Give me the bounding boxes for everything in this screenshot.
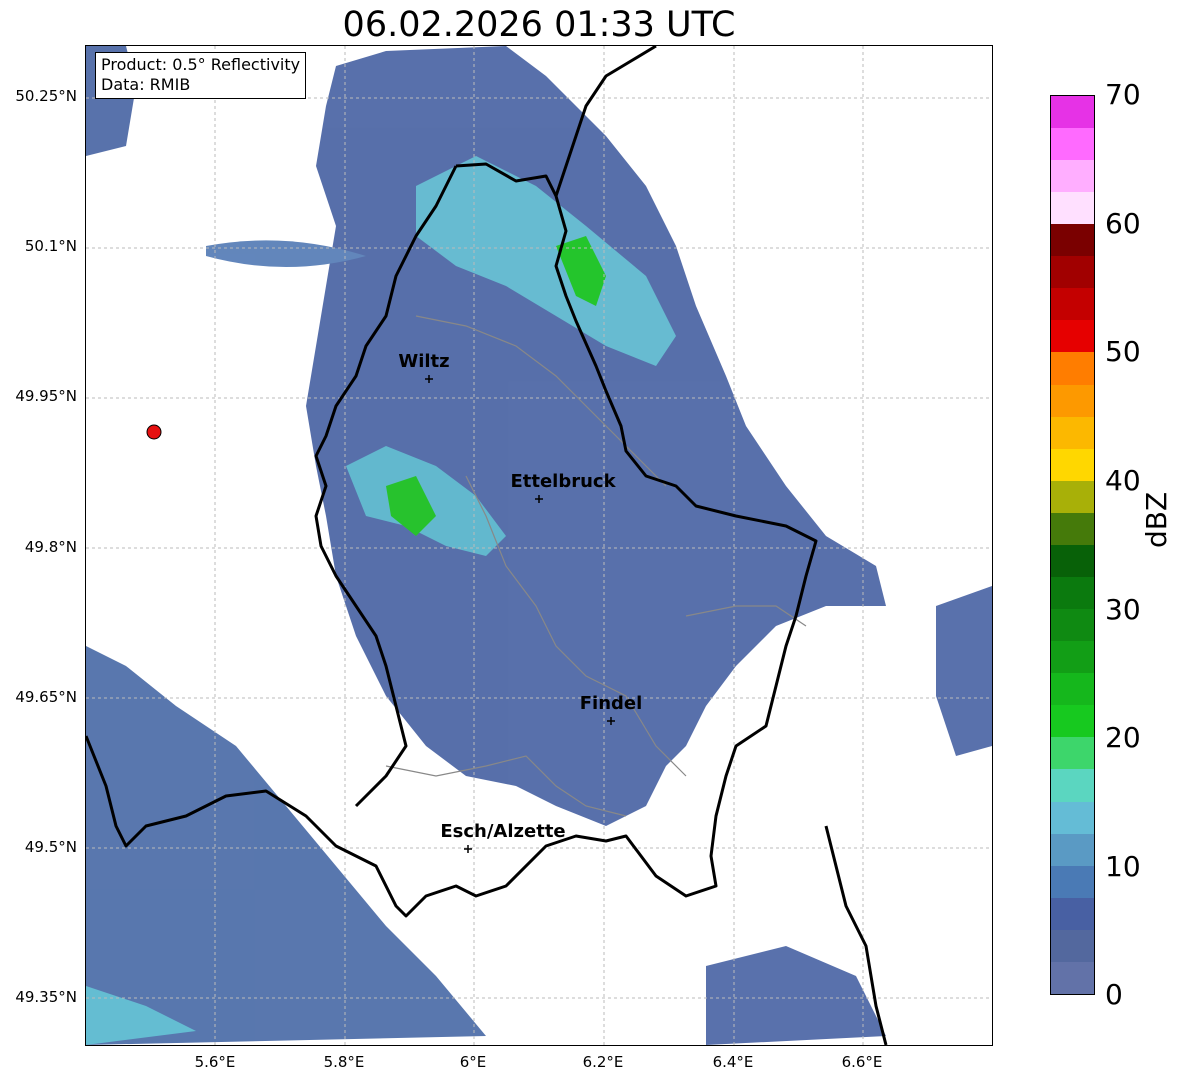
city-label-wiltz: Wiltz xyxy=(398,351,450,372)
colorbar-segment xyxy=(1051,897,1094,930)
lat-label: 50.25°N xyxy=(15,87,77,105)
colorbar-tick: 60 xyxy=(1105,207,1141,240)
colorbar-tick: 40 xyxy=(1105,464,1141,497)
lat-label: 50.1°N xyxy=(24,237,77,255)
lat-label: 49.8°N xyxy=(24,538,77,556)
lon-label: 5.6°E xyxy=(194,1053,236,1071)
colorbar xyxy=(1050,95,1095,995)
colorbar-segment xyxy=(1051,705,1094,738)
lon-label: 6.6°E xyxy=(841,1053,883,1071)
lat-label: 49.5°N xyxy=(24,838,77,856)
product-info-box: Product: 0.5° Reflectivity Data: RMIB xyxy=(95,52,307,99)
city-label-findel: Findel xyxy=(579,693,643,714)
lat-label: 49.95°N xyxy=(15,387,77,405)
colorbar-segment xyxy=(1051,320,1094,353)
precipitation-echoes xyxy=(86,46,992,1045)
colorbar-segment xyxy=(1051,159,1094,193)
echo-south-east-band xyxy=(706,946,886,1045)
lon-label: 5.8°E xyxy=(323,1053,365,1071)
colorbar-segment xyxy=(1051,352,1094,385)
colorbar-unit: dBZ xyxy=(1140,491,1173,548)
city-label-esch-alzette: Esch/Alzette xyxy=(440,821,566,842)
radar-map[interactable] xyxy=(85,45,993,1046)
lat-label: 49.65°N xyxy=(15,688,77,706)
city-label-ettelbruck: Ettelbruck xyxy=(510,471,616,492)
data-source-label: Data: RMIB xyxy=(101,75,191,94)
colorbar-tick: 50 xyxy=(1105,335,1141,368)
colorbar-tick: 20 xyxy=(1105,721,1141,754)
colorbar-segment xyxy=(1051,833,1094,866)
lon-label: 6°E xyxy=(459,1053,487,1071)
colorbar-segment xyxy=(1051,288,1094,321)
colorbar-segment xyxy=(1051,576,1094,610)
colorbar-segment xyxy=(1051,673,1094,706)
colorbar-segment xyxy=(1051,737,1094,770)
lon-label: 6.4°E xyxy=(712,1053,754,1071)
colorbar-tick: 0 xyxy=(1105,978,1123,1011)
radar-site xyxy=(146,424,162,440)
colorbar-segment xyxy=(1051,769,1094,802)
colorbar-segment xyxy=(1051,384,1094,417)
colorbar-segment xyxy=(1051,480,1094,513)
colorbar-tick: 30 xyxy=(1105,593,1141,626)
colorbar-segment xyxy=(1051,224,1094,257)
colorbar-segment xyxy=(1051,256,1094,289)
colorbar-segment xyxy=(1051,192,1094,225)
colorbar-segment xyxy=(1051,416,1094,449)
colorbar-segment xyxy=(1051,512,1094,545)
radar-svg xyxy=(86,46,992,1045)
colorbar-segment xyxy=(1051,801,1094,834)
colorbar-segment xyxy=(1051,609,1094,642)
lon-label: 6.2°E xyxy=(582,1053,624,1071)
colorbar-tick: 70 xyxy=(1105,78,1141,111)
colorbar-segment xyxy=(1051,544,1094,577)
colorbar-tick: 10 xyxy=(1105,850,1141,883)
lat-label: 49.35°N xyxy=(15,988,77,1006)
colorbar-segment xyxy=(1051,961,1094,994)
colorbar-segment xyxy=(1051,448,1094,481)
map-title: 06.02.2026 01:33 UTC xyxy=(342,5,736,45)
echo-east-scatter xyxy=(936,586,992,756)
colorbar-segment xyxy=(1051,929,1094,962)
colorbar-segment xyxy=(1051,127,1094,160)
colorbar-segment xyxy=(1051,95,1094,128)
product-label: Product: 0.5° Reflectivity xyxy=(101,55,301,74)
colorbar-segment xyxy=(1051,865,1094,898)
colorbar-segment xyxy=(1051,641,1094,674)
